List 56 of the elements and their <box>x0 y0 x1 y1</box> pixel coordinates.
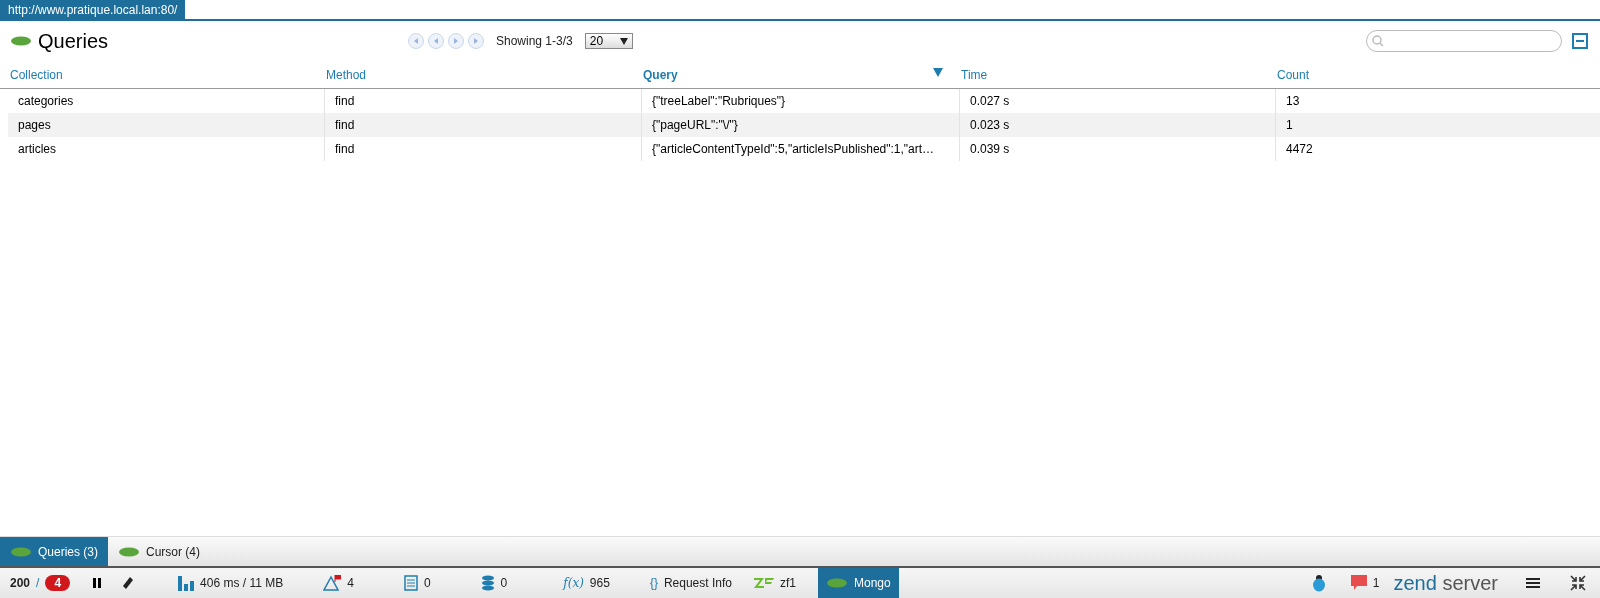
function-count: 965 <box>589 576 610 590</box>
sort-icon <box>933 67 943 77</box>
column-header[interactable]: Time <box>951 67 1267 82</box>
search-field[interactable] <box>1366 30 1562 52</box>
braces-label[interactable]: {} <box>649 576 658 590</box>
bar-chart-icon[interactable] <box>178 575 195 591</box>
table-cell: 0.039 s <box>959 137 1275 161</box>
collapse-icon[interactable] <box>1572 33 1588 49</box>
database-icon[interactable] <box>480 575 495 591</box>
message-count: 1 <box>1372 576 1380 590</box>
previous-page-icon[interactable] <box>428 33 444 49</box>
request-info-label[interactable]: Request Info <box>663 576 732 590</box>
table-cell: 4472 <box>1275 137 1592 161</box>
leaf-icon <box>10 546 32 557</box>
url-label: http://www.pratique.local.lan:80/ <box>0 0 186 19</box>
eraser-icon[interactable] <box>122 576 135 590</box>
table-cell: find <box>324 137 641 161</box>
showing-label: Showing 1-3/3 <box>496 34 573 48</box>
database-count: 0 <box>500 576 508 590</box>
table-cell-text: articles <box>17 141 57 158</box>
status-code: 200 <box>10 576 31 590</box>
menu-icon[interactable] <box>1526 577 1540 589</box>
leaf-icon <box>825 578 848 588</box>
warning-count: 4 <box>347 576 354 590</box>
bug-icon[interactable] <box>1310 574 1327 592</box>
warning-icon[interactable] <box>323 575 342 591</box>
column-header[interactable]: Collection <box>0 67 316 82</box>
column-header[interactable]: Count <box>1267 67 1592 82</box>
first-page-icon[interactable] <box>408 33 424 49</box>
performance-label: 406 ms / 11 MB <box>200 576 284 590</box>
zend-server-logo: zend server <box>1393 571 1498 595</box>
framework-label: zf1 <box>779 576 796 590</box>
panel-title: Queries <box>38 29 110 53</box>
page-size-select[interactable]: 20 <box>584 33 633 49</box>
table-cell-text: categories <box>17 93 75 110</box>
error-count: 4 <box>45 575 71 591</box>
chat-icon[interactable] <box>1350 575 1367 591</box>
minimize-icon[interactable] <box>1570 575 1586 591</box>
dropdown-arrow-icon <box>619 37 628 45</box>
document-icon[interactable] <box>403 575 418 591</box>
column-header[interactable]: Method <box>316 67 633 82</box>
next-page-icon[interactable] <box>448 33 464 49</box>
pause-icon[interactable] <box>92 578 103 588</box>
framework-icon[interactable] <box>753 578 774 588</box>
panel-tab[interactable]: Queries (3) <box>0 537 109 566</box>
table-cell-text: pages <box>17 117 52 134</box>
separator-label: / <box>36 576 40 590</box>
table-cell: {"articleContentTypeId":5,"articleIsPublished":1,"art… <box>641 137 959 161</box>
extension-tab[interactable]: Mongo <box>817 568 899 598</box>
column-header[interactable]: Query <box>633 67 951 82</box>
leaf-icon <box>10 36 32 46</box>
leaf-icon <box>118 546 141 557</box>
last-page-icon[interactable] <box>468 33 484 49</box>
log-count: 0 <box>423 576 431 590</box>
function-label[interactable]: f(x) <box>563 576 584 590</box>
panel-tab[interactable]: Cursor (4) <box>108 537 211 566</box>
